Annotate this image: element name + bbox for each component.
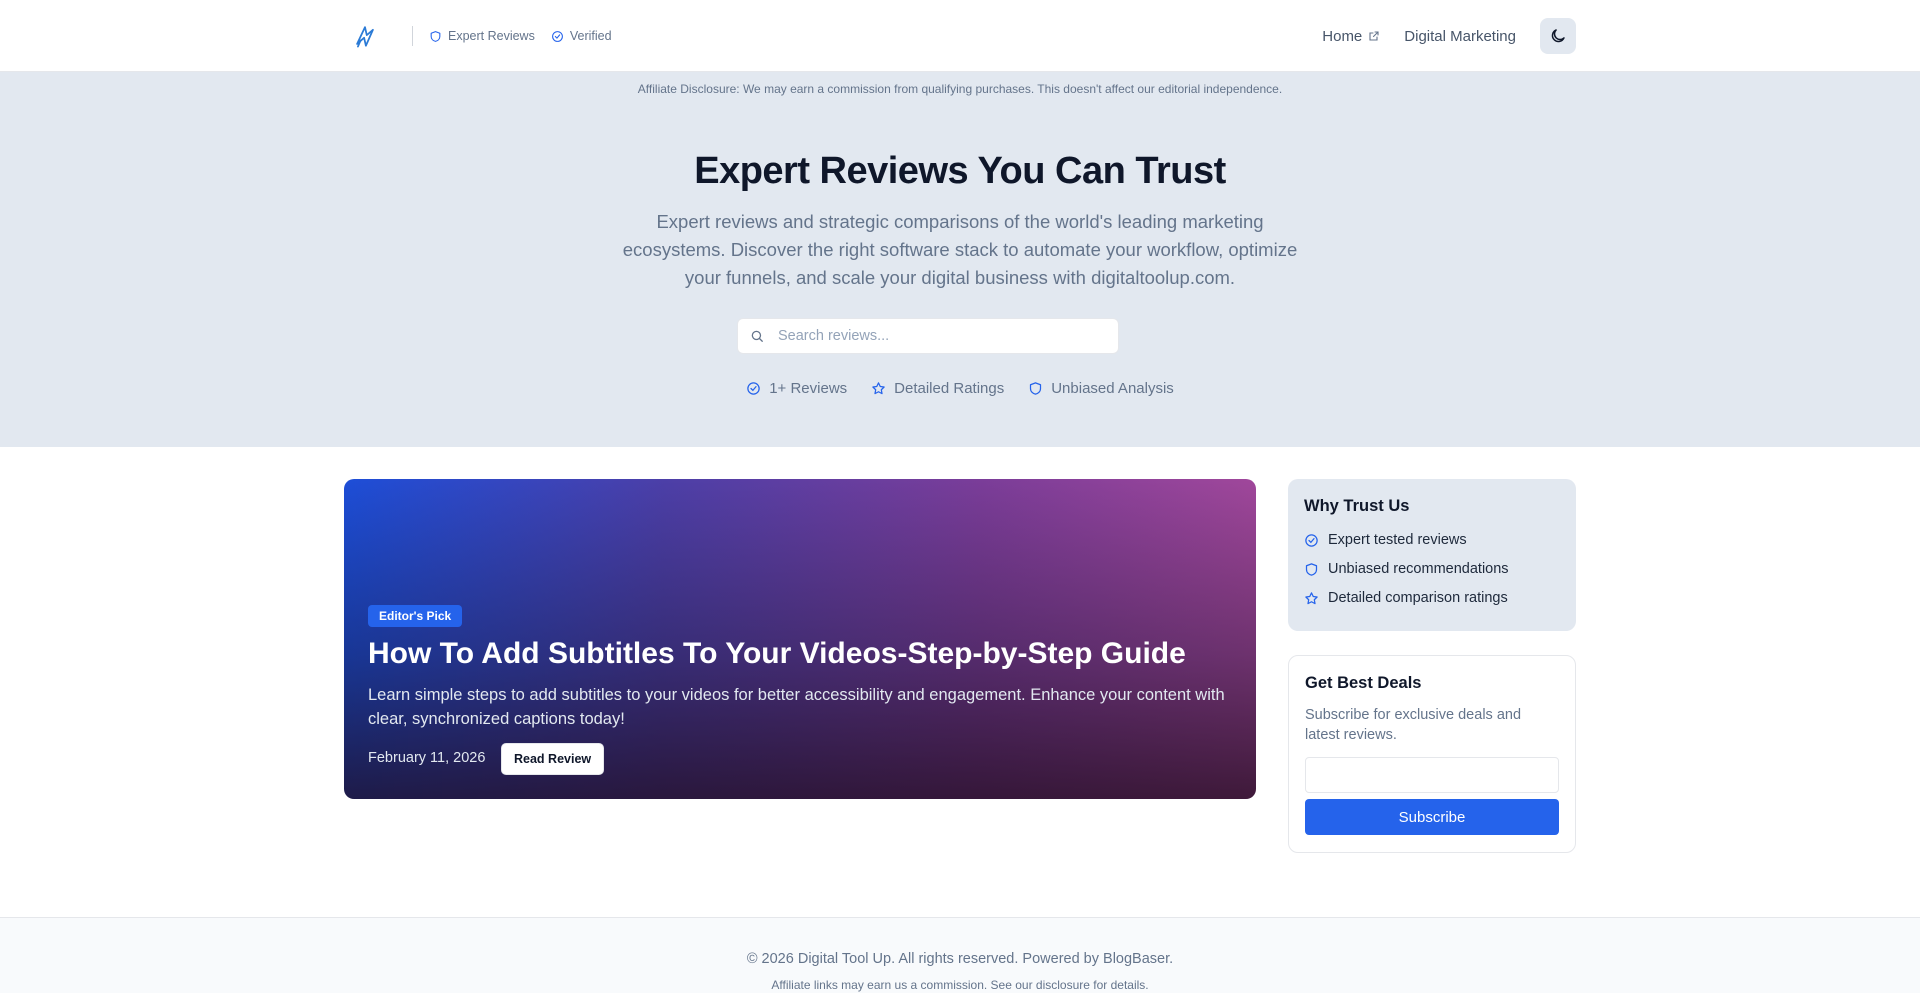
star-icon	[872, 382, 885, 395]
stat-ratings: Detailed Ratings	[871, 380, 1004, 397]
footer-copyright: © 2026 Digital Tool Up. All rights reser…	[746, 951, 1174, 967]
newsletter-card: Get Best Deals Subscribe for exclusive d…	[1288, 655, 1576, 853]
shield-icon	[430, 30, 441, 42]
hero-subtitle: Expert reviews and strategic comparisons…	[622, 211, 1298, 288]
trust-item-label: Detailed comparison ratings	[1328, 590, 1508, 606]
stat-analysis: Unbiased Analysis	[1028, 380, 1174, 397]
featured-date: February 11, 2026	[368, 750, 486, 766]
nav-digital-marketing-link[interactable]: Digital Marketing	[1404, 28, 1516, 45]
read-review-button[interactable]: Read Review	[501, 743, 605, 775]
trust-item-ratings: Detailed comparison ratings	[1304, 590, 1560, 606]
stat-reviews-label: 1+ Reviews	[769, 380, 848, 397]
hero-title: Expert Reviews You Can Trust	[694, 150, 1226, 192]
hero-section: Affiliate Disclosure: We may earn a comm…	[0, 72, 1920, 447]
email-field[interactable]	[1305, 757, 1559, 793]
theme-toggle-button[interactable]	[1540, 18, 1576, 54]
nav-home-link[interactable]: Home	[1322, 28, 1380, 45]
why-trust-us-title: Why Trust Us	[1304, 497, 1410, 515]
check-circle-icon	[551, 30, 563, 42]
search-input[interactable]	[778, 328, 1098, 344]
trust-item-expert-tested: Expert tested reviews	[1304, 532, 1560, 548]
check-circle-icon	[747, 382, 760, 395]
newsletter-subtitle: Subscribe for exclusive deals and latest…	[1305, 707, 1522, 743]
trust-item-unbiased: Unbiased recommendations	[1304, 561, 1560, 577]
navbar-inner: Expert Reviews Verified Home Digital Mar…	[344, 0, 1576, 72]
verified-badge: Verified	[551, 29, 612, 43]
stat-analysis-label: Unbiased Analysis	[1051, 380, 1174, 397]
external-link-icon	[1369, 31, 1379, 41]
nav-digital-marketing-label: Digital Marketing	[1404, 27, 1516, 45]
newsletter-title: Get Best Deals	[1305, 674, 1422, 692]
main-nav: Home Digital Marketing	[1298, 18, 1576, 54]
trust-item-label: Expert tested reviews	[1328, 532, 1467, 548]
affiliate-disclosure: Affiliate Disclosure: We may earn a comm…	[637, 82, 1283, 96]
hero-stats: 1+ Reviews Detailed Ratings Unbiased Ana…	[0, 380, 1920, 397]
check-circle-icon	[1305, 533, 1318, 547]
stat-ratings-label: Detailed Ratings	[894, 380, 1005, 397]
site-logo[interactable]	[348, 19, 382, 53]
subscribe-button[interactable]: Subscribe	[1305, 799, 1559, 835]
moon-icon	[1551, 29, 1565, 43]
featured-title[interactable]: How To Add Subtitles To Your Videos-Step…	[368, 637, 1248, 671]
shield-icon	[1305, 562, 1318, 576]
verified-label: Verified	[569, 29, 612, 43]
shield-icon	[1030, 382, 1042, 395]
expert-reviews-badge: Expert Reviews	[429, 29, 535, 43]
nav-home-label: Home	[1322, 27, 1363, 45]
site-footer: © 2026 Digital Tool Up. All rights reser…	[0, 917, 1920, 993]
featured-description: Learn simple steps to add subtitles to y…	[368, 686, 1225, 728]
featured-review-card[interactable]: Editor's Pick How To Add Subtitles To Yo…	[344, 479, 1256, 799]
star-icon	[1305, 591, 1318, 604]
footer-affiliate-note: Affiliate links may earn us a commission…	[771, 978, 1149, 992]
stat-reviews: 1+ Reviews	[746, 380, 847, 397]
header-divider	[412, 26, 413, 46]
editors-pick-badge: Editor's Pick	[368, 605, 463, 627]
why-trust-us-card: Why Trust Us Expert tested reviews Unbia…	[1288, 479, 1576, 631]
top-navbar: Expert Reviews Verified Home Digital Mar…	[0, 0, 1920, 72]
lightning-rocket-icon	[356, 26, 374, 48]
trust-item-label: Unbiased recommendations	[1328, 561, 1509, 577]
expert-reviews-label: Expert Reviews	[448, 29, 535, 43]
search-box	[737, 318, 1119, 354]
search-icon	[751, 330, 763, 342]
